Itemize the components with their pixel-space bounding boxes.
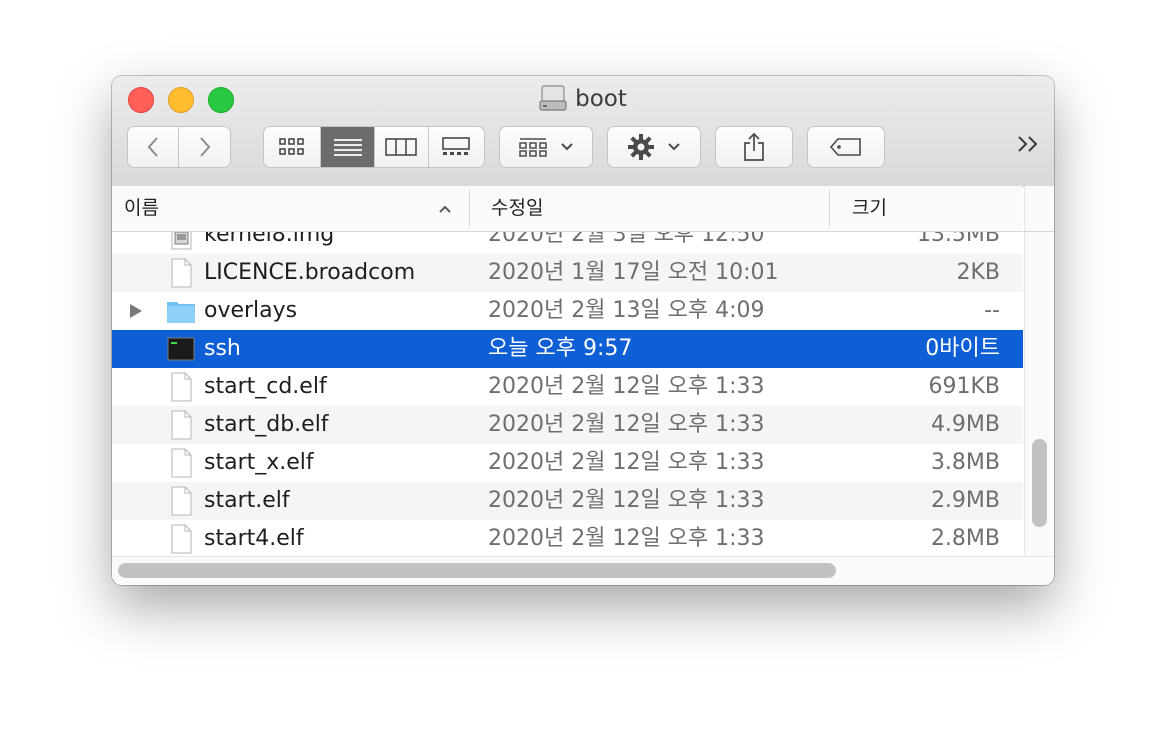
file-row-selected[interactable]: ssh 오늘 오후 9:57 0바이트: [112, 330, 1023, 368]
gallery-view-button[interactable]: [429, 127, 484, 167]
chevron-left-icon: [147, 137, 158, 157]
finder-window: boot 이름 수정일 크기 kernel8.img 2020년 2월 3일 오…: [112, 76, 1054, 585]
file-row[interactable]: start_cd.elf 2020년 2월 12일 오후 1:33 691KB: [112, 368, 1023, 406]
file-row[interactable]: start.elf 2020년 2월 12일 오후 1:33 2.9MB: [112, 482, 1023, 520]
file-date: 2020년 2월 3일 오후 12:50: [488, 232, 765, 247]
file-date: 2020년 2월 12일 오후 1:33: [488, 412, 765, 437]
list-view-icon: [333, 139, 362, 156]
back-button[interactable]: [128, 127, 180, 167]
file-size: --: [984, 298, 1000, 323]
file-size: 0바이트: [925, 336, 1000, 361]
file-size: 4.9MB: [930, 412, 1000, 437]
column-name-header[interactable]: 이름: [124, 186, 454, 231]
file-date: 2020년 2월 12일 오후 1:33: [488, 526, 765, 551]
file-row[interactable]: start4.elf 2020년 2월 12일 오후 1:33 2.8MB: [112, 520, 1023, 556]
file-row[interactable]: start_x.elf 2020년 2월 12일 오후 1:33 3.8MB: [112, 444, 1023, 482]
file-size: 691KB: [928, 374, 1000, 399]
file-row[interactable]: kernel8.img 2020년 2월 3일 오후 12:50 13.5MB: [112, 232, 1023, 254]
file-size: 3.8MB: [930, 450, 1000, 475]
file-size: 2.8MB: [930, 526, 1000, 551]
file-name: start.elf: [204, 488, 290, 513]
window-title-text: boot: [575, 86, 627, 112]
icon-view-button[interactable]: [264, 127, 322, 167]
file-row[interactable]: LICENCE.broadcom 2020년 1월 17일 오전 10:01 2…: [112, 254, 1023, 292]
forward-button[interactable]: [179, 127, 230, 167]
view-mode-control: [263, 126, 485, 168]
document-icon: [171, 486, 192, 516]
chevron-down-icon: [561, 143, 573, 151]
nav-buttons: [127, 126, 231, 168]
document-icon: [171, 448, 192, 478]
file-name: start4.elf: [204, 526, 304, 551]
chevron-down-icon: [668, 143, 680, 151]
header-corner: [1024, 186, 1054, 232]
file-date: 오늘 오후 9:57: [488, 336, 633, 361]
titlebar: boot: [112, 76, 1054, 187]
gallery-view-icon: [442, 137, 471, 155]
group-by-button[interactable]: [499, 126, 593, 168]
column-size-label: 크기: [852, 197, 887, 219]
tag-button[interactable]: [807, 126, 885, 168]
file-name: start_x.elf: [204, 450, 314, 475]
share-icon: [744, 132, 764, 161]
column-divider[interactable]: [829, 190, 830, 226]
double-chevron-right-icon[interactable]: [1016, 134, 1042, 154]
disk-drive-icon: [539, 85, 567, 111]
file-date: 2020년 2월 12일 오후 1:33: [488, 450, 765, 475]
document-icon: [171, 258, 192, 288]
file-date: 2020년 2월 12일 오후 1:33: [488, 374, 765, 399]
column-date-header[interactable]: 수정일: [491, 186, 821, 231]
file-name: overlays: [204, 298, 298, 323]
file-name: start_db.elf: [204, 412, 329, 437]
column-divider[interactable]: [469, 190, 470, 226]
file-list: kernel8.img 2020년 2월 3일 오후 12:50 13.5MB …: [112, 232, 1023, 556]
column-header: 이름 수정일 크기: [112, 186, 1023, 232]
document-icon: [171, 524, 192, 554]
grid-view-icon: [279, 138, 305, 155]
column-name-label: 이름: [124, 197, 159, 219]
file-name: kernel8.img: [204, 232, 335, 247]
vertical-scrollbar-thumb[interactable]: [1032, 439, 1047, 527]
file-date: 2020년 2월 13일 오후 4:09: [488, 298, 765, 323]
horizontal-scrollbar-thumb[interactable]: [118, 563, 836, 578]
share-button[interactable]: [715, 126, 793, 168]
file-date: 2020년 1월 17일 오전 10:01: [488, 260, 779, 285]
file-size: 13.5MB: [916, 232, 1000, 247]
sort-ascending-icon: [439, 205, 451, 213]
tag-icon: [829, 138, 861, 156]
group-by-icon: [519, 138, 547, 157]
window-title: boot: [112, 84, 1054, 114]
file-size: 2KB: [956, 260, 1000, 285]
document-icon: [171, 372, 192, 402]
gear-icon: [628, 134, 654, 160]
file-row[interactable]: start_db.elf 2020년 2월 12일 오후 1:33 4.9MB: [112, 406, 1023, 444]
column-view-icon: [385, 138, 418, 156]
terminal-icon: [167, 337, 195, 361]
file-date: 2020년 2월 12일 오후 1:33: [488, 488, 765, 513]
disclosure-triangle-icon[interactable]: [128, 303, 144, 319]
folder-icon: [167, 302, 195, 323]
file-name: LICENCE.broadcom: [204, 260, 416, 285]
column-date-label: 수정일: [491, 197, 544, 219]
action-menu-button[interactable]: [607, 126, 701, 168]
document-icon: [171, 410, 192, 440]
disk-image-icon: [171, 232, 192, 250]
list-view-button[interactable]: [321, 127, 375, 167]
column-view-button[interactable]: [375, 127, 429, 167]
file-name: start_cd.elf: [204, 374, 327, 399]
file-name: ssh: [204, 336, 241, 361]
column-size-header[interactable]: 크기: [852, 186, 1012, 231]
file-row[interactable]: overlays 2020년 2월 13일 오후 4:09 --: [112, 292, 1023, 330]
file-size: 2.9MB: [930, 488, 1000, 513]
chevron-right-icon: [199, 137, 210, 157]
